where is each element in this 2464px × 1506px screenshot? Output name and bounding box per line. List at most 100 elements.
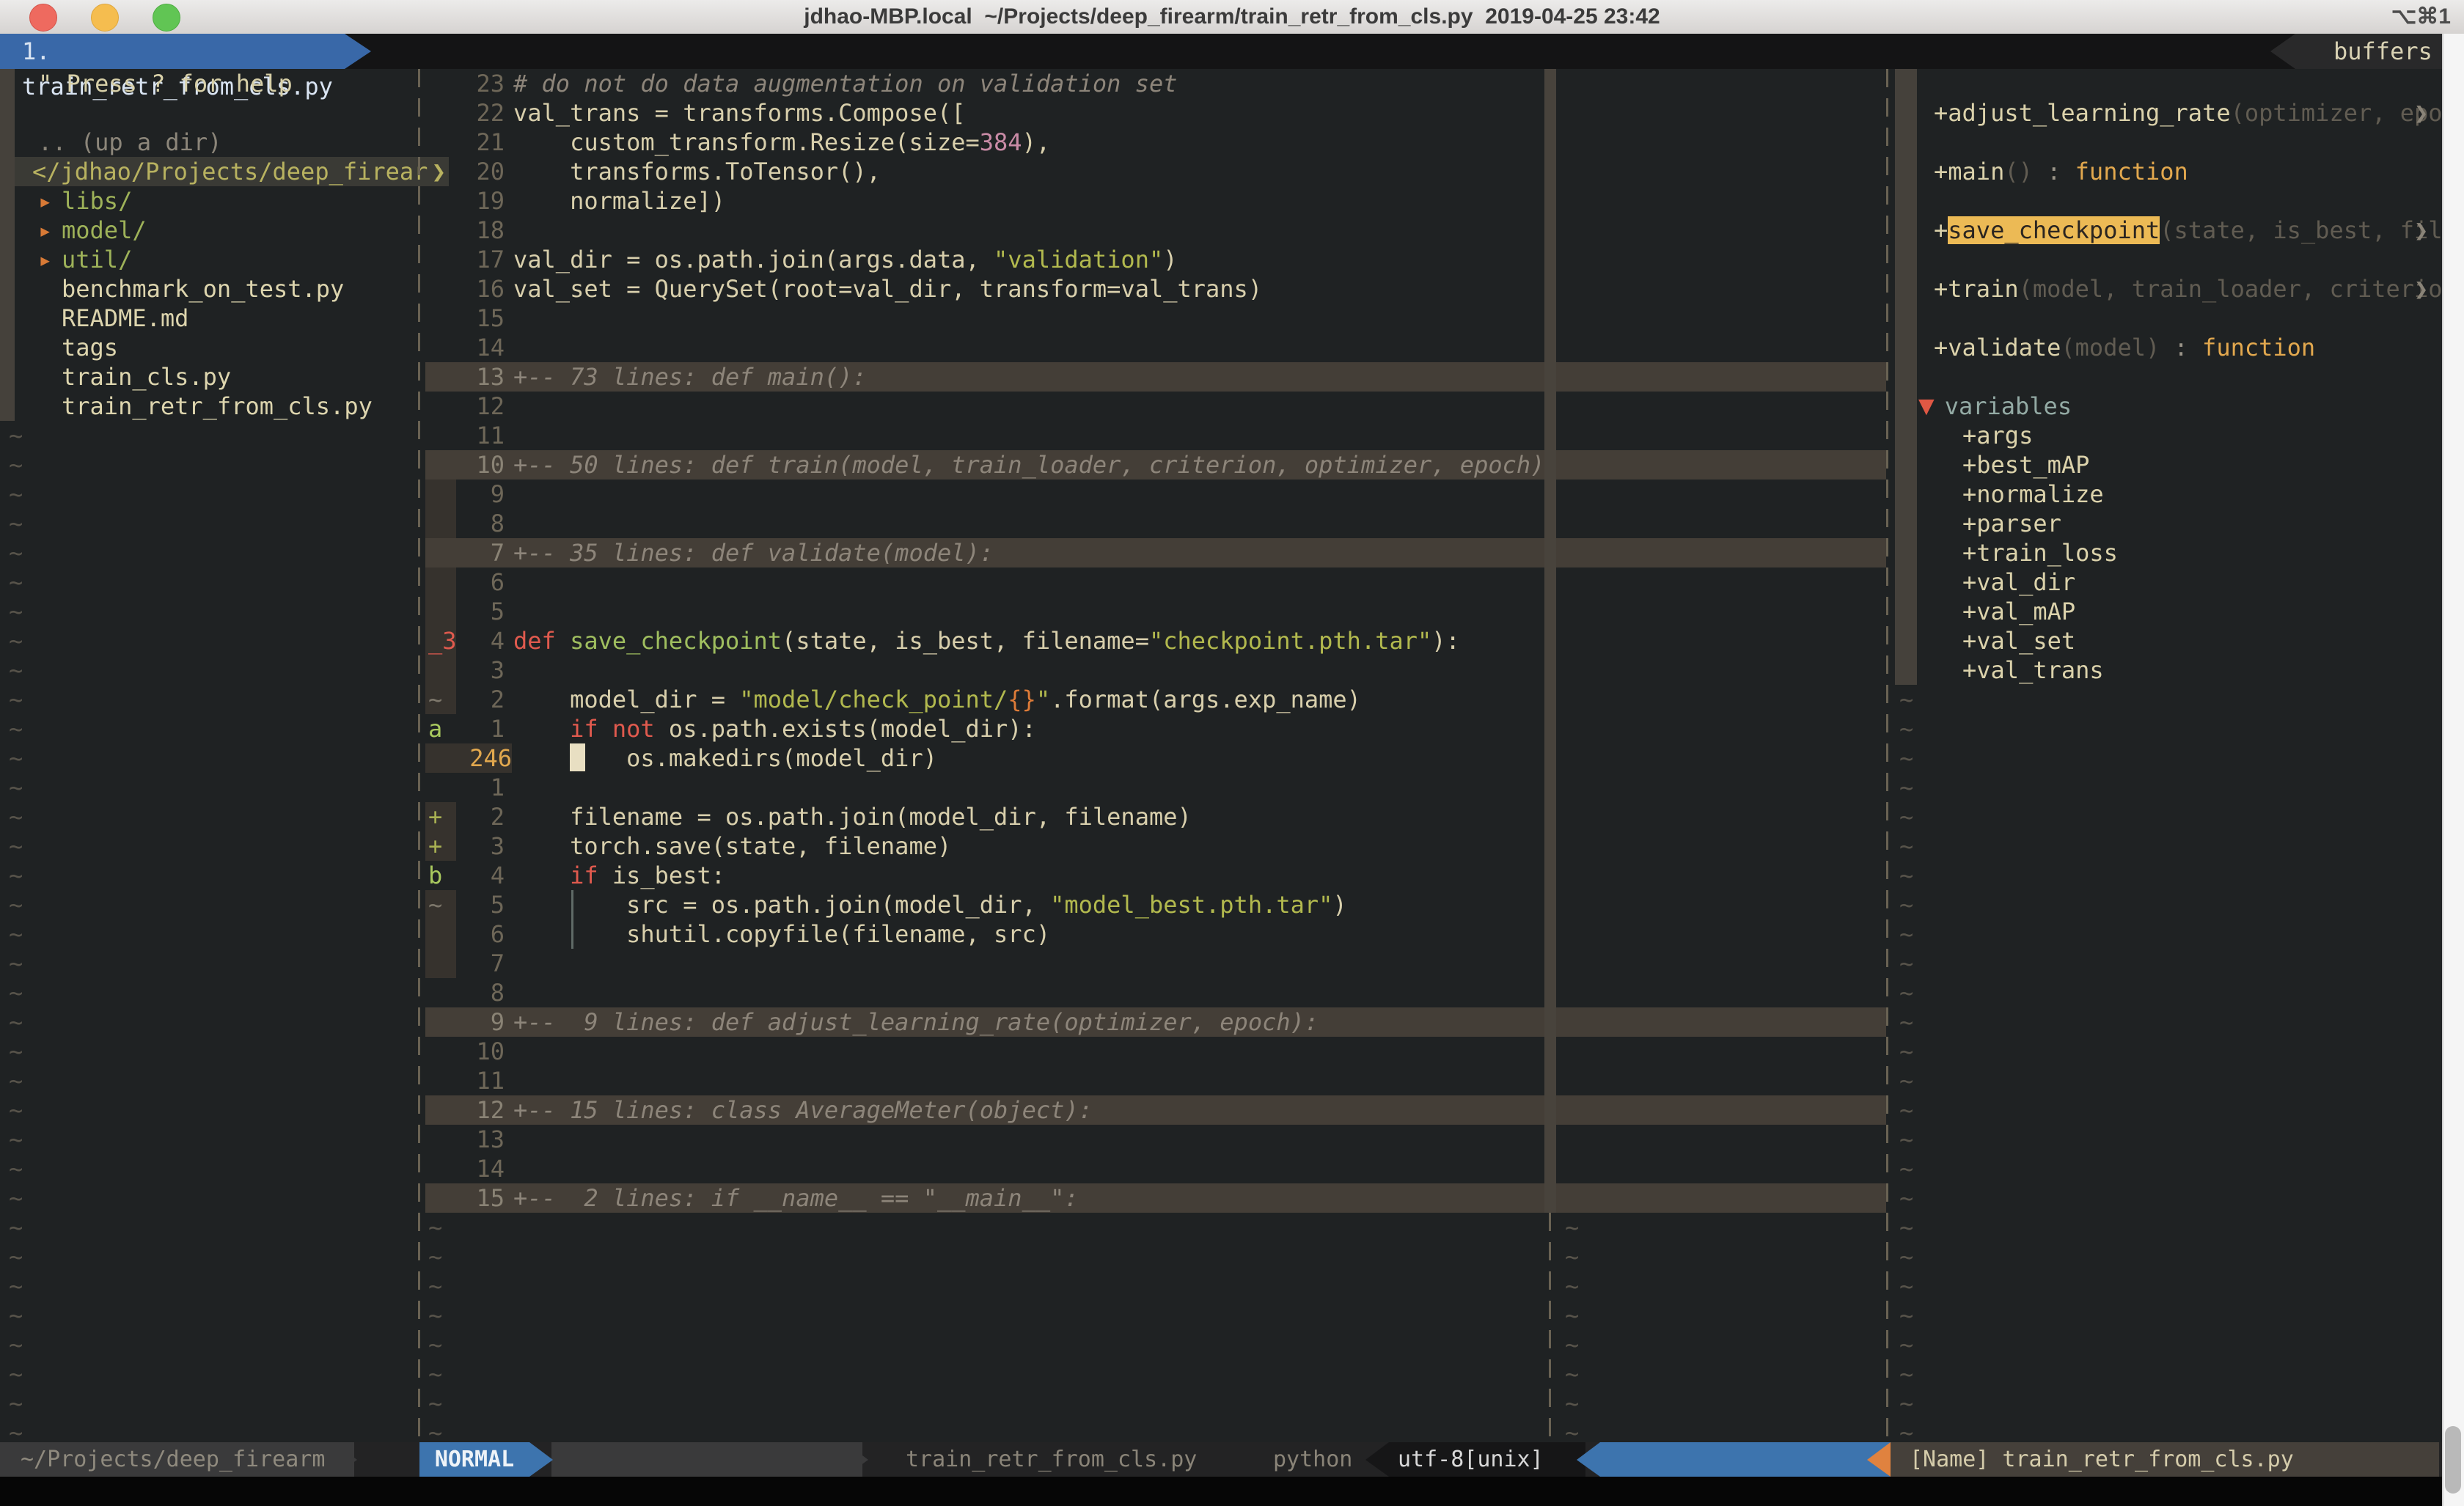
line-number: 10 (425, 1037, 505, 1066)
code-line[interactable]: +3 torch.save(state, filename) (0, 831, 2464, 861)
powerline-arrow-icon (845, 1442, 868, 1477)
line-number: 3 (425, 655, 505, 685)
tagbar-var-val_trans[interactable]: +val_trans (1962, 655, 2464, 685)
folded-section[interactable]: 13+-- 73 lines: def main(): (425, 362, 1886, 392)
keyboard-shortcut-badge: ⌥⌘1 (2391, 0, 2451, 34)
tagbar-var-val_mAP[interactable]: +val_mAP (1962, 597, 2464, 626)
line-number: 19 (425, 186, 505, 216)
tag-name: main (1948, 158, 2004, 186)
folded-section[interactable]: 15+-- 2 lines: if __name__ == "__main__"… (425, 1183, 1886, 1213)
code-line[interactable]: b4 if is_best: (0, 861, 2464, 890)
code-line[interactable]: 19 normalize]) (0, 186, 2464, 216)
tagbar-tag-save_checkpoint[interactable]: +save_checkpoint(state, is_best, fil❯ (1934, 216, 2447, 245)
code-line[interactable]: 11 (0, 1066, 2464, 1095)
variable-name: +val_mAP (1962, 598, 2075, 625)
code-text: shutil.copyfile(filename, src) (513, 919, 1050, 949)
tag-name: save_checkpoint (1948, 216, 2160, 244)
empty-line-tilde: ~ (428, 1330, 450, 1359)
code-line[interactable]: ~2 model_dir = "model/check_point/{}".fo… (0, 685, 2464, 714)
folded-section[interactable]: 12+-- 15 lines: class AverageMeter(objec… (425, 1095, 1886, 1125)
empty-line-tilde: ~ (428, 1389, 450, 1418)
code-line[interactable]: 17val_dir = os.path.join(args.data, "val… (0, 245, 2464, 274)
line-number: 7 (425, 949, 505, 978)
tag-args: () (2004, 158, 2033, 186)
empty-line-tilde: ~ (1899, 1125, 1921, 1154)
tagbar-section-variables[interactable]: ▼variables (1918, 392, 2432, 421)
code-text: filename = os.path.join(model_dir, filen… (513, 802, 1192, 831)
statusbar-buffer-name: [Name] train_retr_from_cls.py (1891, 1442, 2439, 1477)
empty-line-tilde: ~ (9, 1389, 31, 1418)
empty-line-tilde: ~ (1899, 919, 1921, 949)
statusbar-cwd: ~/Projects/deep_firearm (0, 1442, 354, 1477)
empty-line-tilde: ~ (1899, 743, 1921, 773)
terminal-window: jdhao-MBP.local ~/Projects/deep_firearm/… (0, 0, 2464, 1506)
folded-section[interactable]: 7+-- 35 lines: def validate(model): (425, 538, 1886, 567)
empty-line-tilde: ~ (1899, 802, 1921, 831)
cursor-block[interactable] (570, 743, 585, 771)
code-line[interactable]: 21 custom_transform.Resize(size=384), (0, 128, 2464, 157)
folded-section[interactable]: 9+-- 9 lines: def adjust_learning_rate(o… (425, 1007, 1886, 1037)
scrollbar-thumb[interactable] (2445, 1426, 2461, 1494)
tagbar-var-normalize[interactable]: +normalize (1962, 480, 2464, 509)
buffers-label: buffers (2295, 34, 2464, 69)
terminal-bottom-padding (0, 1477, 2464, 1506)
code-line[interactable]: 13 (0, 1125, 2464, 1154)
tagbar-left-strip (1895, 69, 1917, 685)
empty-line-tilde: ~ (1565, 1301, 1587, 1330)
empty-line-tilde: ~ (9, 1242, 31, 1271)
tag-plus-icon: + (1934, 275, 1948, 303)
tag-name: train (1948, 275, 2018, 303)
code-line[interactable]: ~5 src = os.path.join(model_dir, "model_… (0, 890, 2464, 919)
nerdtree-file-train-cls-py[interactable]: train_cls.py (0, 362, 478, 392)
line-number: 23 (425, 69, 505, 98)
code-text: custom_transform.Resize(size=384), (513, 128, 1050, 157)
tag-plus-icon: + (1934, 99, 1948, 127)
tabline: 1. train_retr_from_cls.py buffers (0, 34, 2464, 69)
tagbar-var-val_dir[interactable]: +val_dir (1962, 567, 2464, 597)
tagbar-var-val_set[interactable]: +val_set (1962, 626, 2464, 655)
code-line[interactable]: 7 (0, 949, 2464, 978)
code-line[interactable]: +2 filename = os.path.join(model_dir, fi… (0, 802, 2464, 831)
tagbar-var-args[interactable]: +args (1962, 421, 2464, 450)
line-number: 16 (425, 274, 505, 304)
empty-line-tilde: ~ (1565, 1359, 1587, 1389)
empty-line-tilde: ~ (1899, 831, 1921, 861)
tag-kind: function (2075, 158, 2188, 186)
code-line[interactable]: 10 (0, 1037, 2464, 1066)
variable-name: +args (1962, 422, 2033, 449)
code-text: def save_checkpoint(state, is_best, file… (513, 626, 1460, 655)
tagbar-tag-validate[interactable]: +validate(model) : function (1934, 333, 2447, 362)
tagbar-var-train_loss[interactable]: +train_loss (1962, 538, 2464, 567)
tab-train-retr-from-cls[interactable]: 1. train_retr_from_cls.py (0, 34, 345, 69)
line-number: 2 (425, 685, 505, 714)
tag-plus-icon: + (1934, 158, 1948, 186)
tagbar-tag-train[interactable]: +train(model, train_loader, criterio❯ (1934, 274, 2447, 304)
fold-text: +-- 73 lines: def main(): (513, 362, 867, 392)
tag-name: adjust_learning_rate (1948, 99, 2230, 127)
empty-line-tilde: ~ (1899, 1154, 1921, 1183)
code-line[interactable]: 6 shutil.copyfile(filename, src) (0, 919, 2464, 949)
scrollbar[interactable] (2442, 34, 2464, 1506)
tagbar-tag-adjust_learning_rate[interactable]: +adjust_learning_rate(optimizer, epo❯ (1934, 98, 2447, 128)
code-line[interactable]: 23# do not do data augmentation on valid… (0, 69, 2464, 98)
code-line[interactable]: 246 os.makedirs(model_dir) (0, 743, 2464, 773)
empty-line-tilde: ~ (1899, 978, 1921, 1007)
powerline-arrow-orange-icon (1867, 1442, 1891, 1477)
tag-kind: function (2202, 334, 2315, 361)
tagbar-var-parser[interactable]: +parser (1962, 509, 2464, 538)
powerline-arrow-icon (529, 1442, 553, 1477)
tagbar-tag-main[interactable]: +main() : function (1934, 157, 2447, 186)
code-line[interactable]: 1 (0, 773, 2464, 802)
folded-section[interactable]: 10+-- 50 lines: def train(model, train_l… (425, 450, 1886, 480)
buffers-arrow-separator (2270, 34, 2295, 69)
code-line[interactable]: 15 (0, 304, 2464, 333)
tagbar-var-best_mAP[interactable]: +best_mAP (1962, 450, 2464, 480)
empty-line-tilde: ~ (1899, 861, 1921, 890)
empty-line-tilde: ~ (428, 1213, 450, 1242)
code-line[interactable]: a1 if not os.path.exists(model_dir): (0, 714, 2464, 743)
code-text: normalize]) (513, 186, 725, 216)
empty-line-tilde: ~ (1565, 1242, 1587, 1271)
code-line[interactable]: 8 (0, 978, 2464, 1007)
fold-text: +-- 15 lines: class AverageMeter(object)… (513, 1095, 1093, 1125)
code-line[interactable]: 14 (0, 1154, 2464, 1183)
